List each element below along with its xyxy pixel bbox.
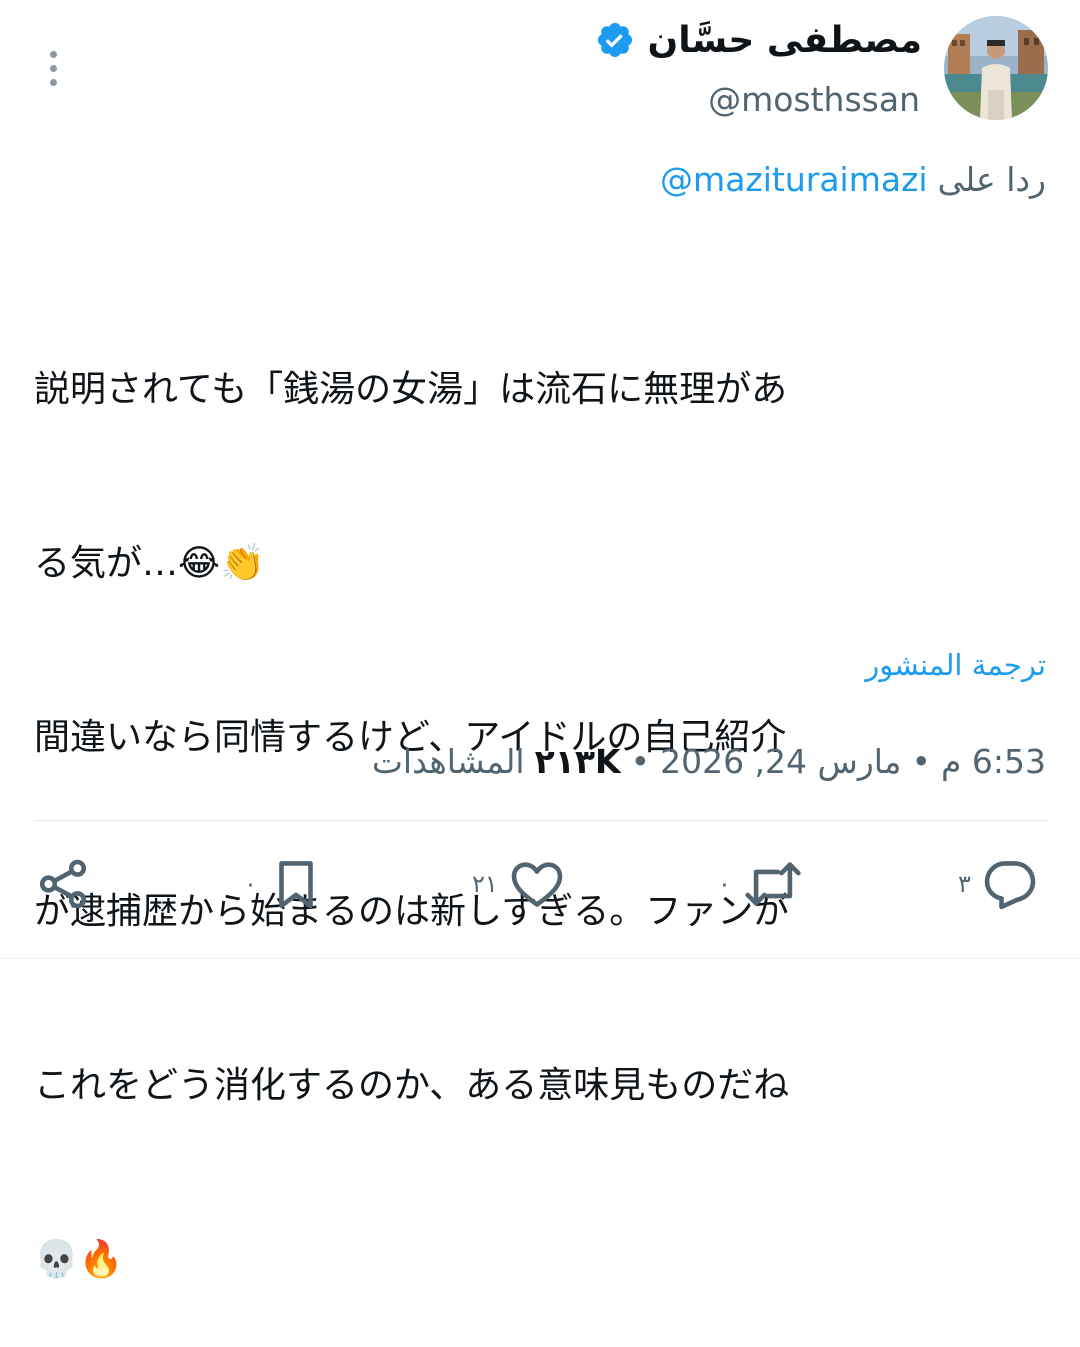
meta-separator: • — [911, 741, 931, 781]
author-display-name[interactable]: مصطفى حسَّان — [647, 20, 922, 61]
reply-button[interactable]: ٣ — [958, 852, 1039, 916]
bookmark-icon — [279, 861, 313, 909]
tweet-text-line: る気が…😂👏 — [34, 543, 265, 584]
retweet-count: ٠ — [718, 870, 731, 898]
share-icon — [39, 859, 87, 909]
retweet-icon — [745, 862, 801, 906]
more-dot-icon — [49, 78, 57, 86]
bookmark-count: ٠ — [244, 870, 257, 898]
reply-mention-link[interactable]: @mazituraimazi — [660, 160, 928, 199]
tweet-date[interactable]: مارس 24, 2026 — [660, 742, 901, 781]
avatar-photo-icon — [944, 16, 1048, 120]
author-name-row: مصطفى حسَّان — [595, 14, 922, 66]
bookmark-button[interactable]: ٠ — [244, 852, 325, 916]
heart-icon — [511, 862, 563, 907]
tweet-text-line: 💀🔥 — [34, 1239, 124, 1280]
reply-count: ٣ — [958, 870, 971, 898]
replying-to-label: ردا على — [937, 160, 1046, 199]
tweet-meta: 6:53 م • مارس 24, 2026 • ٢١٣K المشاهدات — [372, 736, 1046, 786]
tweet-text: 説明されても「銭湯の女湯」は流石に無理があ る気が…😂👏 間違いなら同情するけど… — [34, 245, 1046, 1347]
like-button[interactable]: ٢١ — [472, 852, 566, 916]
more-dot-icon — [49, 50, 57, 58]
translate-post-link[interactable]: ترجمة المنشور — [865, 648, 1046, 682]
replying-to-line: ردا على @mazituraimazi — [660, 160, 1046, 199]
verified-badge-icon[interactable] — [595, 20, 635, 60]
share-button[interactable] — [34, 852, 92, 916]
views-label: المشاهدات — [371, 741, 525, 781]
tweet-text-line: 説明されても「銭湯の女湯」は流石に無理があ — [34, 369, 788, 410]
retweet-button[interactable]: ٠ — [718, 852, 805, 916]
author-avatar[interactable] — [944, 16, 1048, 120]
views-count[interactable]: ٢١٣K — [535, 742, 621, 781]
meta-separator: • — [630, 741, 651, 781]
like-count: ٢١ — [472, 870, 498, 898]
reply-icon — [984, 861, 1036, 910]
more-dot-icon — [49, 64, 57, 72]
bottom-divider — [0, 958, 1080, 959]
tweet-text-line: これをどう消化するのか、ある意味見ものだね — [34, 1065, 790, 1106]
more-options-button[interactable] — [38, 48, 68, 88]
author-handle[interactable]: @mosthssan — [708, 80, 920, 119]
tweet-time[interactable]: 6:53 م — [941, 742, 1046, 781]
divider — [34, 820, 1048, 821]
